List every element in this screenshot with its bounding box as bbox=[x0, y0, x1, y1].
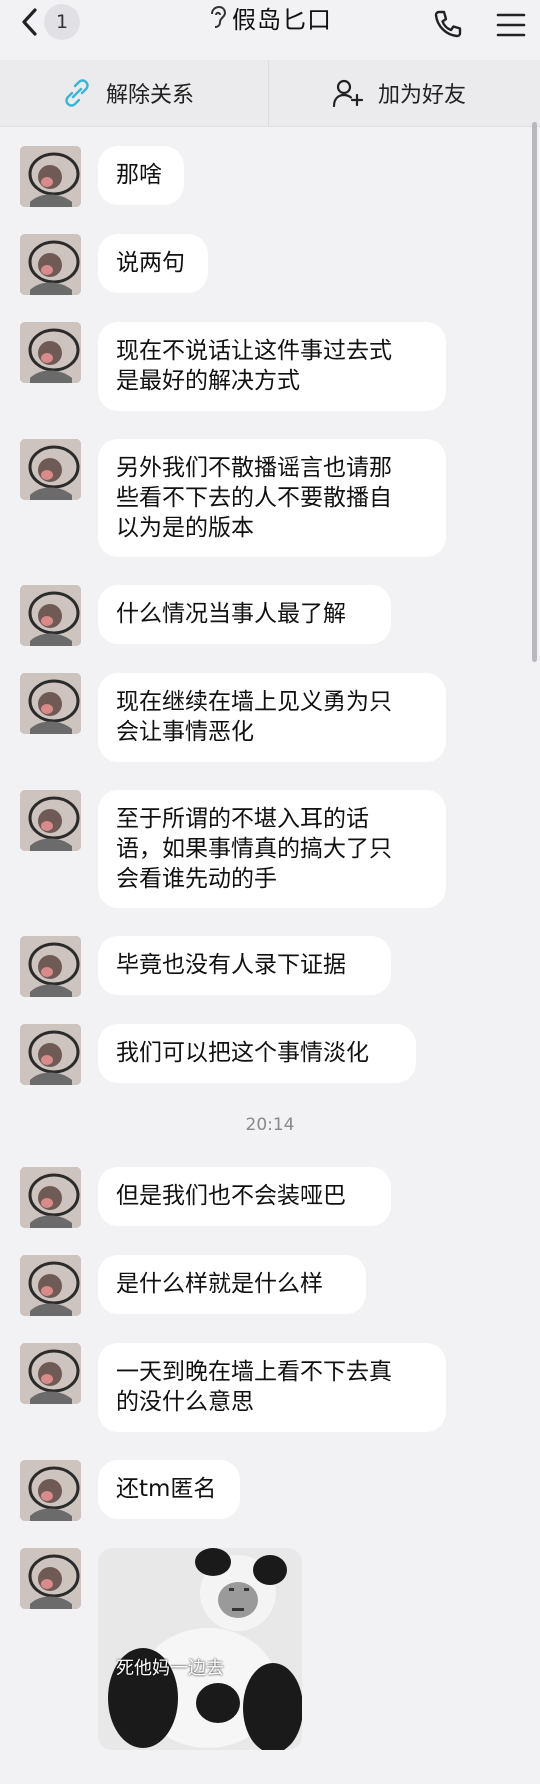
message-bubble[interactable]: 至于所谓的不堪入耳的话 语，如果事情真的搞大了只 会看谁先动的手 bbox=[98, 790, 446, 908]
avatar[interactable] bbox=[20, 1024, 81, 1085]
unlink-label: 解除关系 bbox=[106, 83, 195, 108]
scrollbar[interactable] bbox=[532, 122, 537, 662]
avatar-image bbox=[20, 585, 81, 646]
avatar[interactable] bbox=[20, 322, 81, 383]
relationship-action-bar: 解除关系 加为好友 bbox=[0, 60, 540, 127]
avatar-image bbox=[20, 322, 81, 383]
unlink-button[interactable]: 解除关系 bbox=[62, 60, 194, 126]
message-bubble[interactable]: 什么情况当事人最了解 bbox=[98, 585, 391, 644]
avatar[interactable] bbox=[20, 1255, 81, 1316]
avatar-image bbox=[20, 439, 81, 500]
avatar-image bbox=[20, 146, 81, 207]
avatar[interactable] bbox=[20, 1460, 81, 1521]
message-bubble[interactable]: 另外我们不散播谣言也请那 些看不下去的人不要散播自 以为是的版本 bbox=[98, 439, 446, 557]
add-friend-button[interactable]: 加为好友 bbox=[332, 60, 466, 126]
message-bubble[interactable]: 毕竟也没有人录下证据 bbox=[98, 936, 391, 995]
call-button[interactable] bbox=[430, 6, 466, 42]
message-bubble[interactable]: 一天到晚在墙上看不下去真 的没什么意思 bbox=[98, 1343, 446, 1432]
action-divider bbox=[268, 60, 269, 126]
avatar[interactable] bbox=[20, 936, 81, 997]
top-bar: 1 假岛匕口 bbox=[0, 0, 540, 60]
avatar-image bbox=[20, 936, 81, 997]
add-friend-label: 加为好友 bbox=[378, 83, 467, 108]
avatar[interactable] bbox=[20, 1548, 81, 1609]
avatar[interactable] bbox=[20, 146, 81, 207]
message-bubble[interactable]: 但是我们也不会装哑巴 bbox=[98, 1167, 391, 1226]
avatar[interactable] bbox=[20, 673, 81, 734]
message-bubble[interactable]: 我们可以把这个事情淡化 bbox=[98, 1024, 416, 1083]
sticker-image[interactable]: 死他妈一边去 bbox=[98, 1548, 302, 1750]
unlink-icon bbox=[65, 79, 89, 107]
avatar-image bbox=[20, 1548, 81, 1609]
timestamp: 20:14 bbox=[245, 1115, 295, 1135]
add-user-icon bbox=[332, 79, 364, 108]
avatar-image bbox=[20, 1255, 81, 1316]
avatar[interactable] bbox=[20, 790, 81, 851]
message-list[interactable]: 那啥 说两句 现在不说话让这件事过去式 是最好的解决方式 另外我们不散播谣言也请… bbox=[0, 127, 540, 1784]
avatar-image bbox=[20, 1460, 81, 1521]
message-bubble[interactable]: 说两句 bbox=[98, 234, 208, 293]
avatar-image bbox=[20, 1343, 81, 1404]
message-bubble[interactable]: 还tm匿名 bbox=[98, 1460, 240, 1519]
sticker-caption: 死他妈一边去 bbox=[116, 1658, 224, 1679]
avatar-image bbox=[20, 1024, 81, 1085]
avatar[interactable] bbox=[20, 439, 81, 500]
phone-icon bbox=[434, 10, 462, 38]
panda-meme-sticker bbox=[98, 1548, 302, 1750]
avatar[interactable] bbox=[20, 1167, 81, 1228]
avatar[interactable] bbox=[20, 585, 81, 646]
menu-button[interactable] bbox=[492, 6, 528, 42]
avatar-image bbox=[20, 234, 81, 295]
avatar[interactable] bbox=[20, 234, 81, 295]
avatar-image bbox=[20, 790, 81, 851]
avatar-image bbox=[20, 1167, 81, 1228]
avatar[interactable] bbox=[20, 1343, 81, 1404]
message-bubble[interactable]: 是什么样就是什么样 bbox=[98, 1255, 366, 1314]
message-bubble[interactable]: 现在继续在墙上见义勇为只 会让事情恶化 bbox=[98, 673, 446, 762]
avatar-image bbox=[20, 673, 81, 734]
message-bubble[interactable]: 那啥 bbox=[98, 146, 184, 205]
message-bubble[interactable]: 现在不说话让这件事过去式 是最好的解决方式 bbox=[98, 322, 446, 411]
ear-icon bbox=[211, 5, 226, 28]
menu-icon bbox=[496, 13, 526, 37]
chat-title-text: 假岛匕口 bbox=[232, 5, 332, 34]
